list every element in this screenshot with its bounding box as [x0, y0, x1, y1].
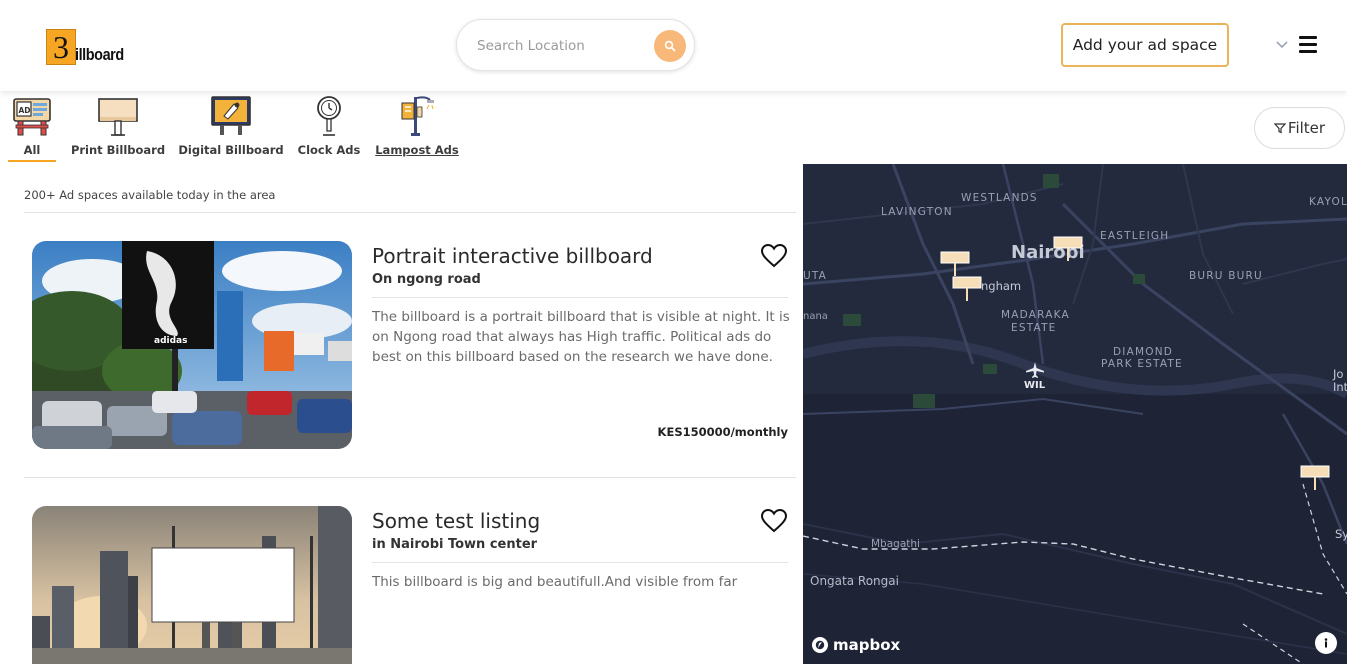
listing-location: in Nairobi Town center [372, 537, 538, 552]
availability-text: 200+ Ad spaces available today in the ar… [24, 188, 276, 202]
map-label-diamond-2: PARK ESTATE [1101, 358, 1183, 370]
category-label: Clock Ads [297, 143, 361, 157]
map-label-sy: Sy [1335, 527, 1347, 541]
logo-number: 3 [46, 29, 76, 65]
category-label: Print Billboard [70, 143, 166, 157]
logo-text: illboard [75, 45, 124, 64]
digital-billboard-icon [178, 93, 284, 137]
billboard-marker[interactable] [940, 251, 970, 277]
billboard-marker-icon [1053, 236, 1083, 261]
ad-billboard-icon: AD [8, 93, 56, 137]
listing-title[interactable]: Portrait interactive billboard [372, 244, 653, 268]
listing-description: This billboard is big and beautifull.And… [372, 574, 738, 590]
category-label: Lampost Ads [375, 143, 459, 157]
map-label-westlands: WESTLANDS [961, 192, 1038, 204]
category-label: All [23, 143, 41, 157]
svg-text:adidas: adidas [154, 336, 187, 346]
billboard-marker[interactable] [1053, 236, 1083, 262]
airport-icon [1026, 362, 1044, 378]
info-icon[interactable] [1315, 632, 1337, 654]
map-label-wilson: WIL [1024, 380, 1046, 391]
billboard-marker-icon [1300, 465, 1330, 490]
listing-location: On ngong road [372, 272, 481, 287]
favorite-heart-icon[interactable] [760, 243, 788, 269]
map-label-kayole: KAYOL [1309, 196, 1347, 208]
filter-icon [1273, 123, 1286, 134]
mapbox-logo-icon [812, 637, 828, 653]
map-label-jomo-2: Intern [1333, 380, 1347, 394]
search-input[interactable] [477, 35, 647, 57]
listing-description: The billboard is a portrait billboard th… [372, 309, 790, 365]
chevron-down-icon[interactable] [1274, 36, 1290, 52]
divider [24, 212, 796, 213]
category-print-billboard[interactable]: Print Billboard [70, 93, 166, 157]
favorite-heart-icon[interactable] [760, 508, 788, 534]
search-bar [456, 19, 695, 71]
billboard-marker[interactable] [952, 276, 982, 302]
category-all[interactable]: AD All [8, 93, 56, 162]
mapbox-text: mapbox [833, 636, 901, 654]
map-label-lavington: LAVINGTON [881, 206, 953, 218]
map-label-uta: UTA [803, 270, 828, 282]
mapbox-attribution[interactable]: mapbox [811, 636, 900, 654]
category-digital-billboard[interactable]: Digital Billboard [178, 93, 284, 157]
map-label-madaraka-2: ESTATE [1011, 322, 1057, 334]
listing-divider [372, 562, 788, 563]
listing-card[interactable]: adidas Portrait interactive billboard On… [32, 241, 796, 456]
category-label: Digital Billboard [178, 143, 284, 157]
divider [24, 477, 796, 478]
map-panel[interactable]: WESTLANDS LAVINGTON EASTLEIGH KAYOL Nair… [803, 164, 1347, 664]
clock-ad-icon [296, 93, 362, 137]
active-tab-indicator [8, 160, 56, 162]
lamppost-icon [374, 93, 460, 137]
billboard-marker[interactable] [1300, 465, 1330, 491]
filter-label: Filter [1287, 119, 1326, 137]
category-lampost-ads[interactable]: Lampost Ads [374, 93, 460, 157]
listing-image[interactable] [32, 506, 352, 664]
listing-card[interactable]: Some test listing in Nairobi Town center… [32, 506, 796, 664]
map-label-kilimani: ngham [981, 279, 1022, 293]
search-button[interactable] [654, 30, 686, 62]
map-label-buruburu: BURU BURU [1189, 270, 1263, 282]
brand-logo[interactable]: 3 illboard [46, 27, 132, 65]
map-label-jomo-1: Jo [1333, 367, 1344, 381]
print-billboard-icon [70, 93, 166, 137]
map-label-ongata-rongai: Ongata Rongai [810, 574, 899, 588]
map-label-mbagathi: Mbagathi [871, 538, 920, 550]
hamburger-menu-icon[interactable] [1299, 36, 1319, 54]
listing-price: KES150000/monthly [657, 425, 788, 439]
map-label-nana: nana [803, 311, 828, 322]
map-label-diamond-1: DIAMOND [1113, 346, 1174, 358]
listing-image[interactable]: adidas [32, 241, 352, 449]
listing-divider [372, 297, 788, 298]
billboard-marker-icon [940, 251, 970, 276]
listing-title[interactable]: Some test listing [372, 509, 540, 533]
map-label-madaraka-1: MADARAKA [1001, 309, 1070, 321]
filter-button[interactable]: Filter [1254, 107, 1345, 149]
billboard-marker-icon [952, 276, 982, 301]
map-label-eastleigh: EASTLEIGH [1100, 230, 1170, 242]
search-icon [664, 40, 676, 52]
top-header: 3 illboard Add your ad space [0, 0, 1347, 91]
svg-text:AD: AD [19, 106, 31, 115]
add-ad-space-button[interactable]: Add your ad space [1061, 23, 1229, 67]
category-clock-ads[interactable]: Clock Ads [296, 93, 362, 157]
